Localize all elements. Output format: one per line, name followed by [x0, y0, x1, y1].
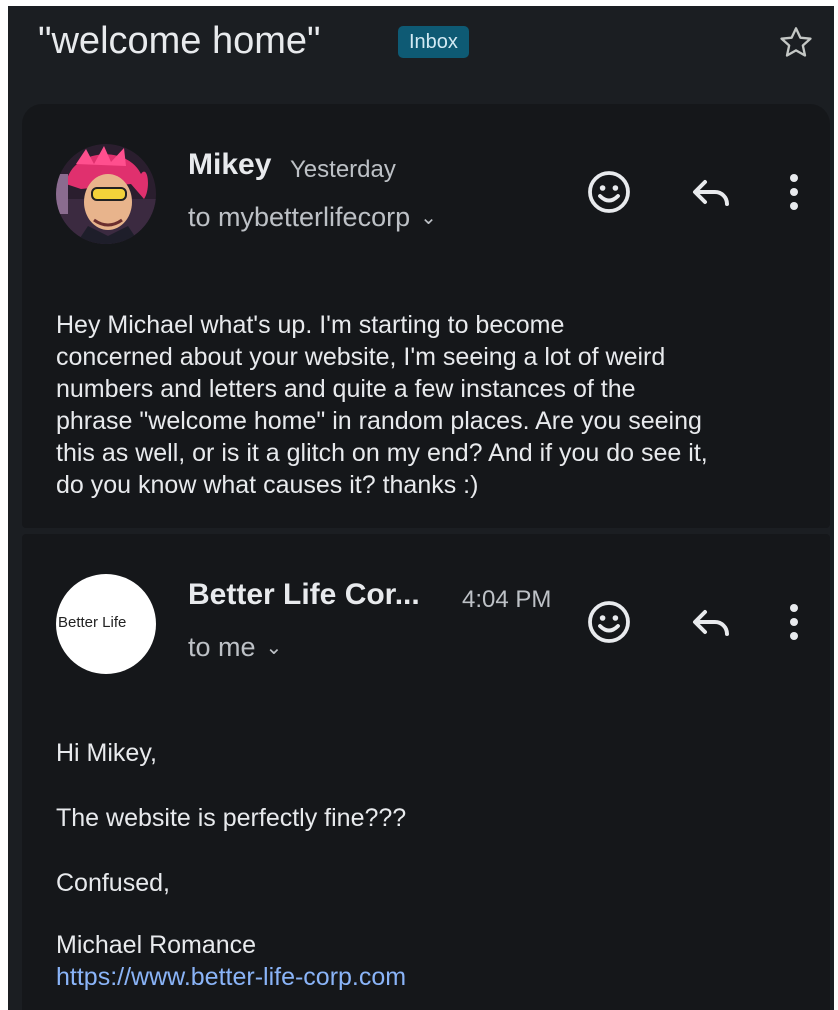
message-body: Hey Michael what's up. I'm starting to b… — [56, 309, 816, 501]
avatar-better-life-corp[interactable]: Better Life — [56, 574, 156, 674]
sender-name: Better Life Cor... — [188, 578, 420, 611]
sender-name: Mikey — [188, 148, 272, 181]
body-line: concerned about your website, I'm seeing… — [56, 343, 666, 371]
recipient-toggle[interactable]: to mybetterlifecorp ⌄ — [188, 202, 437, 233]
message-body: Hi Mikey, The website is perfectly fine?… — [56, 737, 816, 993]
message-time: 4:04 PM — [462, 586, 552, 613]
avatar-mikey[interactable] — [56, 144, 156, 244]
reply-icon[interactable] — [687, 598, 735, 646]
email-thread-screen: "welcome home" Inbox Mikey Yesterday to … — [8, 6, 834, 1010]
more-vert-icon[interactable] — [770, 598, 818, 646]
add-reaction-icon[interactable] — [585, 168, 633, 216]
body-line: phrase "welcome home" in random places. … — [56, 407, 702, 435]
body-line: The website is perfectly fine??? — [56, 804, 407, 832]
signature-name: Michael Romance — [56, 931, 257, 959]
inbox-label-chip[interactable]: Inbox — [398, 26, 469, 58]
subject-bar: "welcome home" Inbox — [8, 6, 834, 90]
email-subject: "welcome home" — [38, 20, 321, 62]
recipient-text: to mybetterlifecorp — [188, 202, 411, 232]
website-link[interactable]: https://www.better-life-corp.com — [56, 961, 816, 993]
recipient-text: to me — [188, 632, 256, 662]
message-card-mikey: Mikey Yesterday to mybetterlifecorp ⌄ Hey… — [22, 104, 830, 528]
body-line: numbers and letters and quite a few inst… — [56, 375, 636, 403]
recipient-toggle[interactable]: to me ⌄ — [188, 632, 282, 663]
body-line: Hey Michael what's up. I'm starting to b… — [56, 311, 565, 339]
reply-icon[interactable] — [687, 168, 735, 216]
chevron-down-icon: ⌄ — [265, 637, 283, 659]
avatar-logo-text: Better Life — [58, 614, 127, 631]
body-line: do you know what causes it? thanks :) — [56, 471, 479, 499]
more-vert-icon[interactable] — [770, 168, 818, 216]
chevron-down-icon: ⌄ — [420, 207, 437, 229]
star-icon[interactable] — [776, 23, 816, 63]
message-time: Yesterday — [290, 156, 396, 183]
body-line: this as well, or is it a glitch on my en… — [56, 439, 708, 467]
avatar-illustration — [56, 144, 156, 244]
message-card-better-life-corp: Better Life Better Life Cor... 4:04 PM t… — [22, 534, 830, 1010]
greeting-line: Hi Mikey, — [56, 739, 157, 767]
body-line: Confused, — [56, 869, 170, 897]
add-reaction-icon[interactable] — [585, 598, 633, 646]
